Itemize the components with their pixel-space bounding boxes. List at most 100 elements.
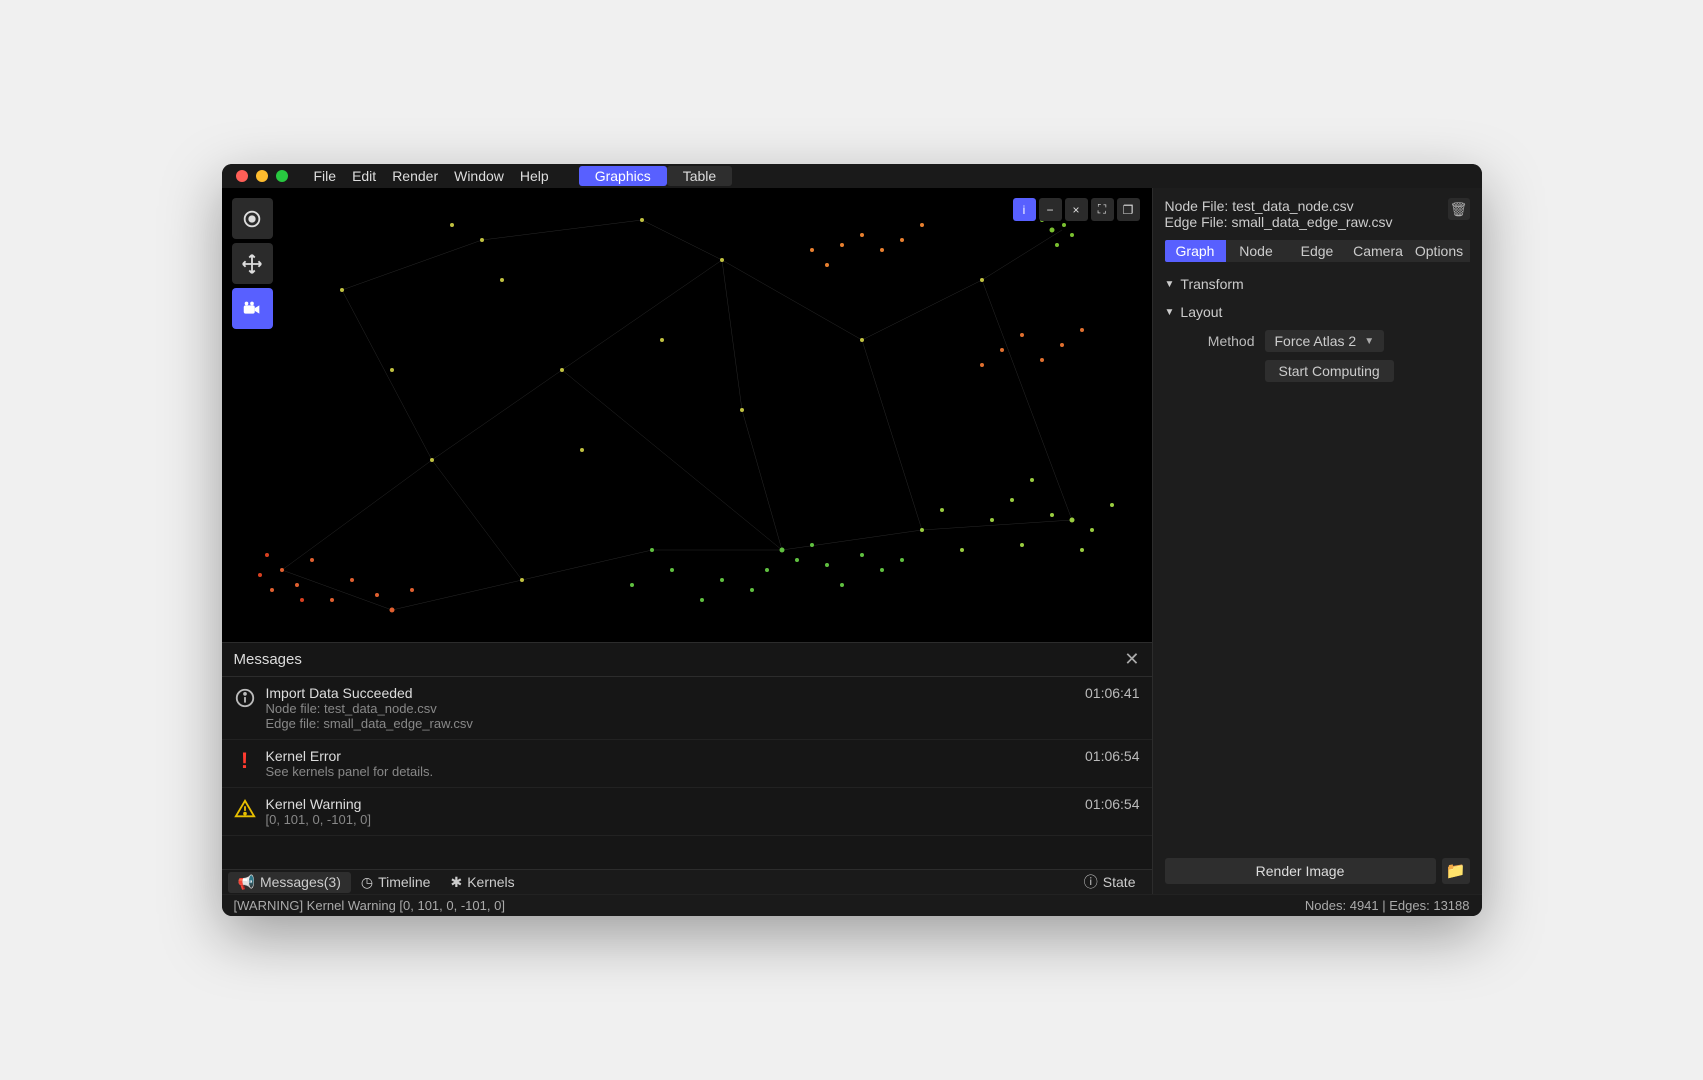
tab-table[interactable]: Table	[667, 166, 732, 186]
move-icon	[241, 253, 263, 275]
close-viewport-button[interactable]: ×	[1065, 198, 1088, 221]
bottom-tabs: 📢 Messages(3) ◷ Timeline ✱ Kernels ⓘ S	[222, 869, 1152, 894]
message-body: Kernel Warning [0, 101, 0, -101, 0]	[266, 796, 1076, 827]
statusbar: [WARNING] Kernel Warning [0, 101, 0, -10…	[222, 894, 1482, 916]
method-dropdown[interactable]: Force Atlas 2	[1265, 330, 1385, 352]
tab-timeline[interactable]: ◷ Timeline	[351, 872, 441, 893]
message-title: Kernel Warning	[266, 796, 1076, 812]
window-close-button[interactable]	[236, 170, 248, 182]
method-value: Force Atlas 2	[1275, 333, 1357, 349]
section-transform-label: Transform	[1180, 276, 1243, 292]
message-body: Kernel Error See kernels panel for detai…	[266, 748, 1076, 779]
minus-button[interactable]: −	[1039, 198, 1062, 221]
status-sep: |	[1379, 898, 1390, 913]
graph-viewport[interactable]: i − × ⛶ ❐	[222, 188, 1152, 642]
menu-file[interactable]: File	[314, 168, 337, 184]
messages-header: Messages ✕	[222, 643, 1152, 677]
left-pane: i − × ⛶ ❐ Messages ✕ Im	[222, 188, 1152, 894]
section-transform[interactable]: Transform	[1165, 270, 1470, 298]
message-detail: [0, 101, 0, -101, 0]	[266, 812, 1076, 827]
error-icon: !	[234, 750, 256, 772]
message-time: 01:06:54	[1085, 748, 1140, 764]
message-detail: See kernels panel for details.	[266, 764, 1076, 779]
file-info: Node File: test_data_node.csv Edge File:…	[1153, 188, 1482, 240]
app-window: File Edit Render Window Help Graphics Ta…	[222, 164, 1482, 916]
titlebar: File Edit Render Window Help Graphics Ta…	[222, 164, 1482, 188]
camera-tool[interactable]	[232, 288, 273, 329]
menu-help[interactable]: Help	[520, 168, 549, 184]
gear-icon: ✱	[450, 874, 462, 891]
rtab-graph[interactable]: Graph	[1165, 240, 1226, 262]
rtab-node[interactable]: Node	[1226, 240, 1287, 262]
edges-count: 13188	[1433, 898, 1469, 913]
mode-tabs: Graphics Table	[579, 166, 733, 186]
graph-visualization	[222, 188, 1152, 642]
tab-kernels[interactable]: ✱ Kernels	[440, 872, 524, 893]
message-detail: Edge file: small_data_edge_raw.csv	[266, 716, 1076, 731]
target-icon	[241, 208, 263, 230]
menubar: File Edit Render Window Help	[314, 168, 549, 184]
message-row[interactable]: Kernel Warning [0, 101, 0, -101, 0] 01:0…	[222, 788, 1152, 836]
tab-state-label: State	[1103, 874, 1136, 890]
info-icon	[234, 687, 256, 709]
messages-close-icon[interactable]: ✕	[1124, 649, 1139, 670]
section-layout-label: Layout	[1180, 304, 1222, 320]
fullscreen-button[interactable]: ⛶	[1091, 198, 1114, 221]
edge-file-label: Edge File:	[1165, 214, 1232, 230]
tab-messages[interactable]: 📢 Messages(3)	[228, 872, 351, 893]
megaphone-icon: 📢	[238, 874, 255, 891]
right-panel: Node File: test_data_node.csv Edge File:…	[1152, 188, 1482, 894]
tab-timeline-label: Timeline	[378, 874, 430, 890]
window-button[interactable]: ❐	[1117, 198, 1140, 221]
select-tool[interactable]	[232, 198, 273, 239]
delete-icon[interactable]: 🗑	[1448, 198, 1470, 220]
node-file-value: test_data_node.csv	[1232, 198, 1353, 214]
clock-icon: ◷	[361, 874, 373, 891]
start-computing-button[interactable]: Start Computing	[1265, 360, 1394, 382]
render-image-button[interactable]: Render Image	[1165, 858, 1436, 884]
tab-graphics[interactable]: Graphics	[579, 166, 667, 186]
message-time: 01:06:41	[1085, 685, 1140, 701]
message-row[interactable]: ! Kernel Error See kernels panel for det…	[222, 740, 1152, 788]
camera-icon	[241, 298, 263, 320]
tab-state[interactable]: ⓘ State	[1074, 870, 1146, 894]
start-computing-row: Start Computing	[1165, 356, 1470, 386]
info-button[interactable]: i	[1013, 198, 1036, 221]
right-content: Transform Layout Method Force Atlas 2 St…	[1153, 262, 1482, 394]
method-label: Method	[1185, 333, 1255, 349]
nodes-count: 4941	[1350, 898, 1379, 913]
message-row[interactable]: Import Data Succeeded Node file: test_da…	[222, 677, 1152, 740]
messages-title: Messages	[234, 651, 302, 668]
rtab-options[interactable]: Options	[1409, 240, 1470, 262]
status-right: Nodes: 4941 | Edges: 13188	[1305, 898, 1470, 913]
message-title: Import Data Succeeded	[266, 685, 1076, 701]
folder-icon[interactable]: 📁	[1442, 858, 1470, 884]
status-left: [WARNING] Kernel Warning [0, 101, 0, -10…	[234, 898, 505, 913]
message-body: Import Data Succeeded Node file: test_da…	[266, 685, 1076, 731]
viewport-controls: i − × ⛶ ❐	[1013, 198, 1140, 221]
tab-messages-label: Messages(3)	[260, 874, 341, 890]
menu-edit[interactable]: Edit	[352, 168, 376, 184]
right-tabs: Graph Node Edge Camera Options	[1153, 240, 1482, 262]
messages-panel: Messages ✕ Import Data Succeeded Node fi…	[222, 642, 1152, 894]
main-area: i − × ⛶ ❐ Messages ✕ Im	[222, 188, 1482, 894]
layout-method-row: Method Force Atlas 2	[1165, 326, 1470, 356]
rtab-camera[interactable]: Camera	[1348, 240, 1409, 262]
window-minimize-button[interactable]	[256, 170, 268, 182]
menu-window[interactable]: Window	[454, 168, 504, 184]
right-footer: Render Image 📁	[1153, 848, 1482, 894]
rtab-edge[interactable]: Edge	[1287, 240, 1348, 262]
message-title: Kernel Error	[266, 748, 1076, 764]
message-time: 01:06:54	[1085, 796, 1140, 812]
node-file-label: Node File:	[1165, 198, 1233, 214]
menu-render[interactable]: Render	[392, 168, 438, 184]
edge-file-value: small_data_edge_raw.csv	[1231, 214, 1392, 230]
tab-kernels-label: Kernels	[467, 874, 514, 890]
nodes-label: Nodes:	[1305, 898, 1350, 913]
warning-icon	[234, 798, 256, 820]
message-detail: Node file: test_data_node.csv	[266, 701, 1076, 716]
section-layout[interactable]: Layout	[1165, 298, 1470, 326]
move-tool[interactable]	[232, 243, 273, 284]
window-maximize-button[interactable]	[276, 170, 288, 182]
edges-label: Edges:	[1389, 898, 1433, 913]
